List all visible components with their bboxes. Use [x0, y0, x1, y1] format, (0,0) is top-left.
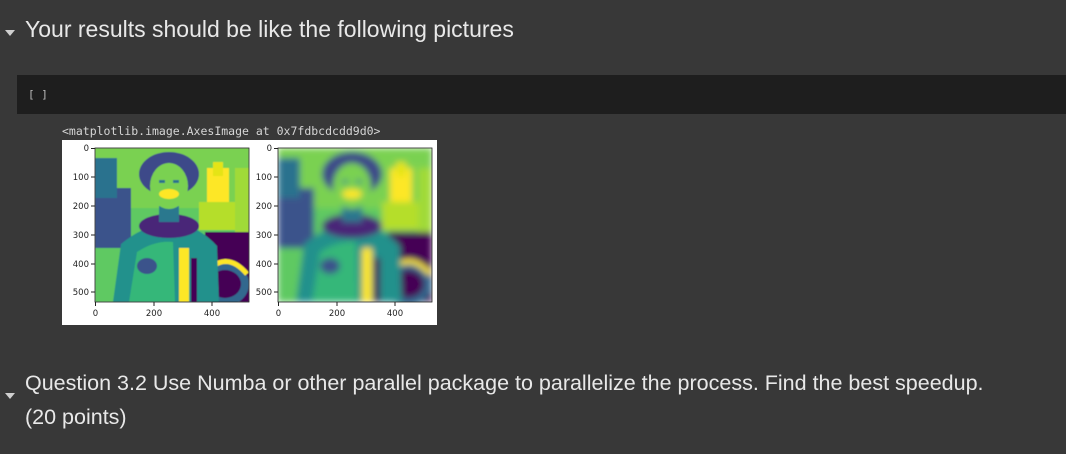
y-tick-label: 200 — [73, 202, 89, 212]
x-tick-label: 200 — [146, 309, 162, 319]
cell-output-text: <matplotlib.image.AxesImage at 0x7fdbcdc… — [62, 124, 381, 138]
y-tick-label: 0 — [84, 144, 89, 154]
x-tick-label: 400 — [387, 309, 403, 319]
y-tick-label: 500 — [73, 288, 89, 298]
section-heading-results: Your results should be like the followin… — [25, 16, 514, 42]
y-tick-label: 500 — [256, 288, 272, 298]
output-figure: 0 100 200 300 400 500 0 200 400 0 100 20… — [62, 140, 437, 325]
y-tick-label: 400 — [256, 260, 272, 270]
chevron-down-icon[interactable] — [5, 30, 15, 36]
y-tick-label: 100 — [256, 173, 272, 183]
chevron-down-icon[interactable] — [5, 393, 15, 399]
image-panel-blurred — [277, 147, 433, 303]
matplotlib-figure: 0 100 200 300 400 500 0 200 400 0 100 20… — [73, 144, 433, 319]
y-tick-label: 200 — [256, 202, 272, 212]
heading-line: (20 points) — [25, 405, 127, 429]
y-tick-label: 300 — [256, 231, 272, 241]
image-panel-original — [94, 147, 250, 303]
y-tick-label: 400 — [73, 260, 89, 270]
cell-run-indicator[interactable]: [ ] — [28, 88, 48, 101]
section-heading-question-3-2: Question 3.2 Use Numba or other parallel… — [25, 366, 1065, 434]
heading-line: Question 3.2 Use Numba or other parallel… — [25, 371, 984, 395]
y-tick-label: 300 — [73, 231, 89, 241]
x-tick-label: 200 — [329, 309, 345, 319]
code-cell[interactable]: [ ] — [17, 75, 1066, 114]
x-tick-label: 400 — [204, 309, 220, 319]
x-tick-label: 0 — [93, 309, 98, 319]
y-tick-label: 100 — [73, 173, 89, 183]
y-tick-label: 0 — [267, 144, 272, 154]
x-tick-label: 0 — [276, 309, 281, 319]
